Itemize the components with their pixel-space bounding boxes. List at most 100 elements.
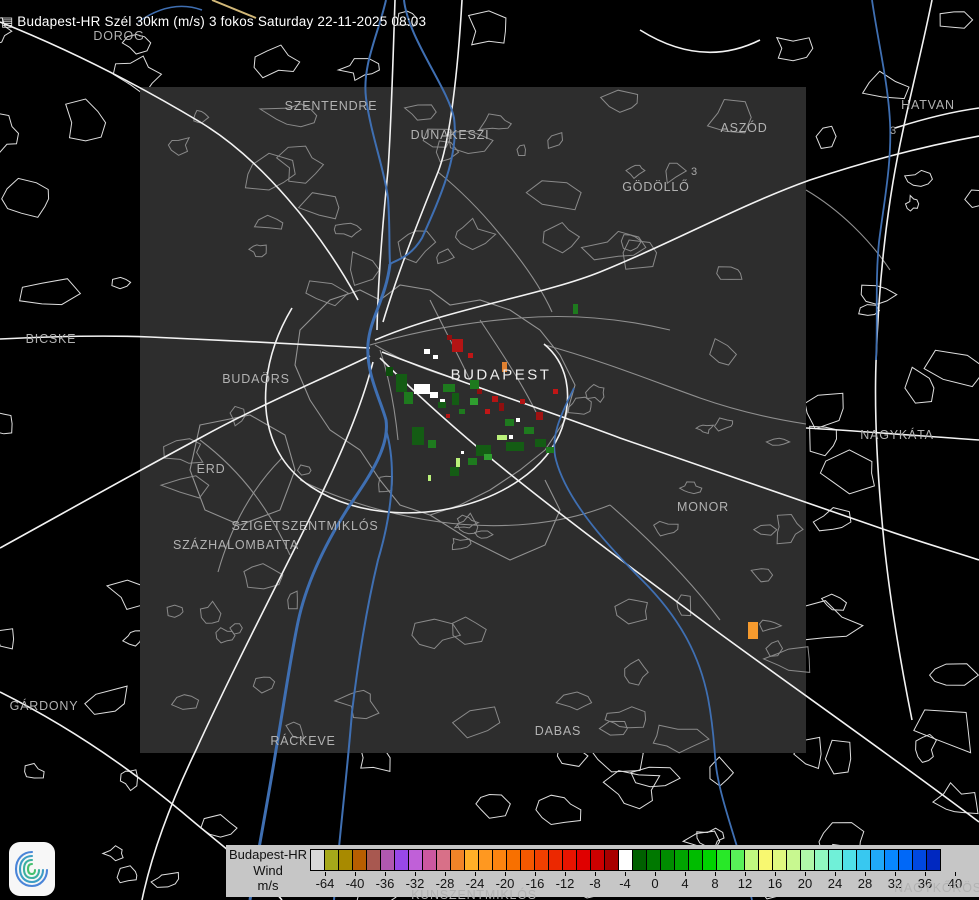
legend-color-box — [716, 849, 731, 871]
legend-color-box — [338, 849, 353, 871]
legend-color-box — [464, 849, 479, 871]
legend-color-box — [436, 849, 451, 871]
radar-echo — [456, 458, 460, 467]
legend-color-box — [758, 849, 773, 871]
radar-echo — [536, 412, 543, 420]
page-title: Budapest-HR Szél 30km (m/s) 3 fokos Satu… — [17, 14, 426, 29]
radar-echo — [484, 454, 492, 460]
radar-echo — [396, 374, 407, 392]
legend-unit: m/s — [226, 878, 310, 894]
legend-parameter: Wind — [226, 863, 310, 879]
legend-color-box — [800, 849, 815, 871]
app-logo — [9, 842, 55, 896]
legend-color-box — [534, 849, 549, 871]
legend-color-box — [492, 849, 507, 871]
legend-color-box — [744, 849, 759, 871]
legend-color-box — [730, 849, 745, 871]
radar-coverage-area — [140, 87, 806, 753]
radar-echo — [516, 418, 520, 422]
legend-tick-label: -8 — [589, 876, 601, 891]
legend-color-box — [366, 849, 381, 871]
legend-color-box — [814, 849, 829, 871]
legend-tick-label: -16 — [526, 876, 545, 891]
radar-echo — [412, 427, 424, 445]
legend-color-box — [478, 849, 493, 871]
legend-tick-label: -12 — [556, 876, 575, 891]
legend-tick-label: 12 — [738, 876, 752, 891]
legend-tick-label: 36 — [918, 876, 932, 891]
radar-echo — [497, 435, 507, 440]
legend-color-box — [786, 849, 801, 871]
radar-echo — [438, 402, 446, 408]
site-icon: ▤ — [1, 15, 13, 28]
radar-echo — [446, 414, 450, 418]
legend-tick-label: -28 — [436, 876, 455, 891]
radar-echo — [386, 367, 393, 376]
legend-tick-label: 4 — [681, 876, 688, 891]
legend-tick-label: -4 — [619, 876, 631, 891]
title-bar: ▤ Budapest-HR Szél 30km (m/s) 3 fokos Sa… — [0, 14, 426, 29]
radar-map — [0, 0, 979, 900]
legend-color-box — [590, 849, 605, 871]
radar-echo — [505, 419, 514, 426]
radar-echo — [520, 399, 525, 404]
radar-echo — [459, 409, 465, 414]
radar-echo — [443, 384, 455, 392]
legend-color-box — [408, 849, 423, 871]
legend-color-box — [828, 849, 843, 871]
legend-color-box — [688, 849, 703, 871]
legend-color-box — [632, 849, 647, 871]
legend-color-box — [870, 849, 885, 871]
radar-echo — [492, 396, 498, 402]
radar-echo — [502, 362, 507, 372]
radar-echo — [477, 389, 482, 394]
legend-tick-label: 8 — [711, 876, 718, 891]
legend-color-box — [380, 849, 395, 871]
legend-tick-label: -36 — [376, 876, 395, 891]
legend-color-box — [674, 849, 689, 871]
legend-color-box — [450, 849, 465, 871]
radar-echo — [433, 355, 438, 359]
radar-echo — [461, 451, 464, 454]
radar-echo — [450, 467, 459, 476]
radar-echo — [414, 384, 430, 394]
color-scale-legend: Budapest-HR Wind m/s -64-40-36-32-28-24-… — [226, 845, 979, 897]
legend-color-box — [856, 849, 871, 871]
legend-tick-label: 20 — [798, 876, 812, 891]
legend-color-box — [884, 849, 899, 871]
legend-tick-label: -40 — [346, 876, 365, 891]
radar-echo — [424, 349, 430, 354]
radar-echo — [470, 398, 478, 405]
radar-echo — [509, 435, 513, 439]
legend-color-box — [898, 849, 913, 871]
legend-product: Budapest-HR — [226, 847, 310, 863]
legend-tick-label: -32 — [406, 876, 425, 891]
swirl-logo-icon — [12, 847, 52, 891]
legend-color-box — [310, 849, 325, 871]
legend-tick-label: -24 — [466, 876, 485, 891]
radar-echo — [553, 389, 558, 394]
radar-display: ▤ Budapest-HR Szél 30km (m/s) 3 fokos Sa… — [0, 0, 979, 900]
legend-color-box — [394, 849, 409, 871]
radar-echo — [430, 392, 438, 398]
radar-echo — [404, 392, 413, 404]
legend-tick-label: 40 — [948, 876, 962, 891]
legend-color-box — [604, 849, 619, 871]
legend-color-box — [702, 849, 717, 871]
radar-echo — [428, 440, 436, 448]
legend-tick-label: 32 — [888, 876, 902, 891]
legend-tick-label: 24 — [828, 876, 842, 891]
legend-color-box — [842, 849, 857, 871]
radar-echo — [573, 304, 578, 314]
legend-color-box — [618, 849, 633, 871]
legend-tick-label: 0 — [651, 876, 658, 891]
legend-color-box — [926, 849, 941, 871]
radar-echo — [447, 335, 452, 340]
radar-echo — [499, 403, 504, 411]
radar-echo — [546, 447, 554, 453]
legend-color-box — [772, 849, 787, 871]
radar-echo — [468, 458, 477, 465]
radar-echo — [452, 339, 463, 352]
legend-title: Budapest-HR Wind m/s — [226, 847, 310, 894]
legend-color-box — [660, 849, 675, 871]
